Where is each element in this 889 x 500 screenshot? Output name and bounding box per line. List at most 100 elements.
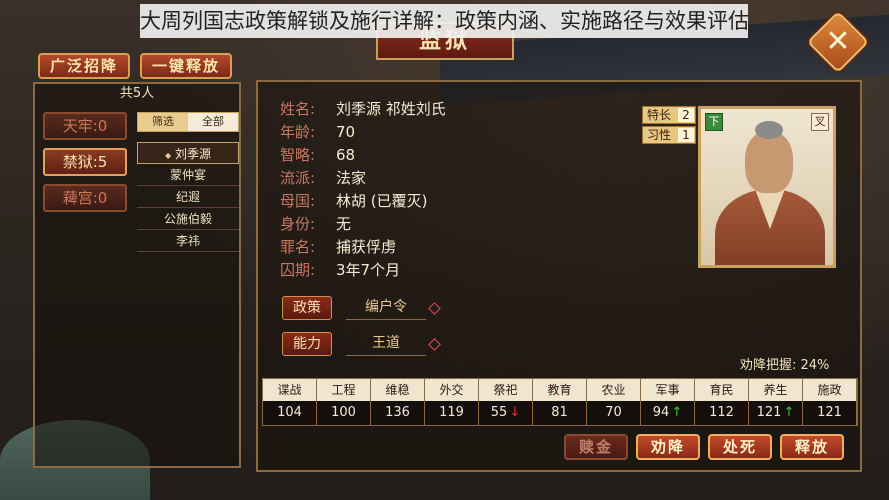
stat-header: 维稳 (371, 379, 425, 401)
stat-header: 施政 (803, 379, 857, 401)
prisoner-portrait: 下 叉 (698, 106, 836, 268)
status-badge: 下 (705, 113, 723, 131)
tag-count: 2 (678, 108, 694, 122)
stat-value: 70 (587, 401, 641, 425)
execute-button[interactable]: 处死 (708, 434, 772, 460)
info-key: 罪名: (280, 238, 316, 256)
stat-value: 100 (317, 401, 371, 425)
list-item[interactable]: 公施伯毅 (137, 208, 239, 230)
ability-value: 王道 (346, 332, 426, 356)
info-value: 林胡 (已覆灭) (336, 192, 428, 210)
list-item[interactable]: 李祎 (137, 230, 239, 252)
trait-badge: 叉 (811, 113, 829, 131)
release-button[interactable]: 释放 (780, 434, 844, 460)
stat-number: 81 (551, 405, 568, 420)
info-value: 法家 (336, 169, 367, 187)
stat-number: 112 (709, 405, 734, 420)
selected-diamond-icon: ◆ (165, 151, 172, 160)
stat-number: 94 (652, 405, 670, 420)
tag-count: 1 (678, 128, 694, 142)
stat-value: 119 (425, 401, 479, 425)
info-value: 70 (336, 123, 356, 141)
info-value: 3年7个月 (336, 261, 401, 279)
arrow-down-icon: ↓ (509, 405, 521, 420)
article-banner: 大周列国志政策解锁及施行详解：政策内涵、实施路径与效果评估 (140, 4, 748, 38)
stat-header: 育民 (695, 379, 749, 401)
ransom-button[interactable]: 赎金 (564, 434, 628, 460)
info-term: 囚期: 3年7个月 (280, 259, 400, 281)
info-key: 姓名: (280, 100, 316, 118)
info-key: 智略: (280, 146, 316, 164)
specialty-tag[interactable]: 特长 2 (642, 106, 696, 124)
ability-button[interactable]: 能力 (282, 332, 332, 356)
info-value: 刘季源 祁姓刘氏 (336, 100, 446, 118)
release-all-button[interactable]: 一键释放 (140, 53, 232, 79)
policy-value: 编户令 (346, 296, 426, 320)
prisoner-name-list: ◆ 刘季源 蒙仲宴 纪遐 公施伯毅 李祎 (137, 142, 239, 252)
stat-value: 121 ↑ (749, 401, 803, 425)
recruit-all-button[interactable]: 广泛招降 (38, 53, 130, 79)
stat-header: 教育 (533, 379, 587, 401)
surrender-chance: 劝降把握: 24% (740, 358, 830, 373)
stat-header: 农业 (587, 379, 641, 401)
list-item[interactable]: ◆ 刘季源 (137, 142, 239, 164)
info-key: 母国: (280, 192, 316, 210)
stat-value: 81 (533, 401, 587, 425)
policy-button[interactable]: 政策 (282, 296, 332, 320)
arrow-up-icon: ↑ (671, 405, 683, 420)
filter-bar: 筛选 全部 (137, 112, 239, 132)
stat-value: 121 (803, 401, 857, 425)
info-wisdom: 智略: 68 (280, 144, 355, 166)
close-icon: ✕ (825, 24, 851, 59)
info-key: 流派: (280, 169, 316, 187)
cell-tab-jinyu[interactable]: 禁狱:5 (43, 148, 127, 176)
cell-tab-tianlao[interactable]: 天牢:0 (43, 112, 127, 140)
stat-number: 104 (277, 405, 302, 420)
prisoner-detail-panel: 姓名: 刘季源 祁姓刘氏 年龄: 70 智略: 68 流派: 法家 母国: 林胡 (已覆灭… (256, 80, 862, 472)
tag-label: 习性 (647, 128, 672, 142)
info-value: 68 (336, 146, 356, 164)
stat-header: 养生 (749, 379, 803, 401)
info-age: 年龄: 70 (280, 121, 355, 143)
persuade-button[interactable]: 劝降 (636, 434, 700, 460)
portrait-hair (755, 121, 783, 139)
info-crime: 罪名: 捕获俘虏 (280, 236, 396, 258)
info-key: 囚期: (280, 261, 316, 279)
stat-header: 工程 (317, 379, 371, 401)
stat-number: 55 (490, 405, 508, 420)
info-name: 姓名: 刘季源 祁姓刘氏 (280, 98, 446, 120)
portrait-head (745, 131, 793, 193)
stat-number: 70 (605, 405, 622, 420)
habit-tag[interactable]: 习性 1 (642, 126, 696, 144)
stat-number: 121 (817, 405, 842, 420)
ability-diamond-icon (428, 338, 441, 351)
info-key: 身份: (280, 215, 316, 233)
stat-header: 祭祀 (479, 379, 533, 401)
prisoner-list-panel: 共5人 天牢:0 禁狱:5 薭宫:0 筛选 全部 ◆ 刘季源 蒙仲宴 纪遐 公施… (33, 82, 241, 468)
stat-value: 136 (371, 401, 425, 425)
stat-header: 外交 (425, 379, 479, 401)
stat-header: 谍战 (263, 379, 317, 401)
stat-value: 112 (695, 401, 749, 425)
prisoner-name: 刘季源 (174, 147, 211, 161)
list-item[interactable]: 蒙仲宴 (137, 164, 239, 186)
stat-number: 119 (439, 405, 464, 420)
prisoner-count: 共5人 (119, 86, 155, 101)
info-value: 捕获俘虏 (336, 238, 397, 256)
cell-tab-baogong[interactable]: 薭宫:0 (43, 184, 127, 212)
info-school: 流派: 法家 (280, 167, 366, 189)
list-item[interactable]: 纪遐 (137, 186, 239, 208)
stat-value: 104 (263, 401, 317, 425)
info-identity: 身份: 无 (280, 213, 351, 235)
stats-table: 谍战 工程 维稳 外交 祭祀 教育 农业 军事 育民 养生 施政 104 100… (262, 378, 858, 426)
stat-number: 136 (385, 405, 410, 420)
stat-number: 121 (756, 405, 782, 420)
filter-button[interactable]: 筛选 (138, 113, 188, 131)
stat-value: 55 ↓ (479, 401, 533, 425)
info-key: 年龄: (280, 123, 316, 141)
filter-all-option[interactable]: 全部 (188, 113, 238, 131)
stat-number: 100 (331, 405, 356, 420)
info-value: 无 (336, 215, 352, 233)
tag-label: 特长 (647, 108, 672, 122)
arrow-up-icon: ↑ (783, 405, 795, 420)
